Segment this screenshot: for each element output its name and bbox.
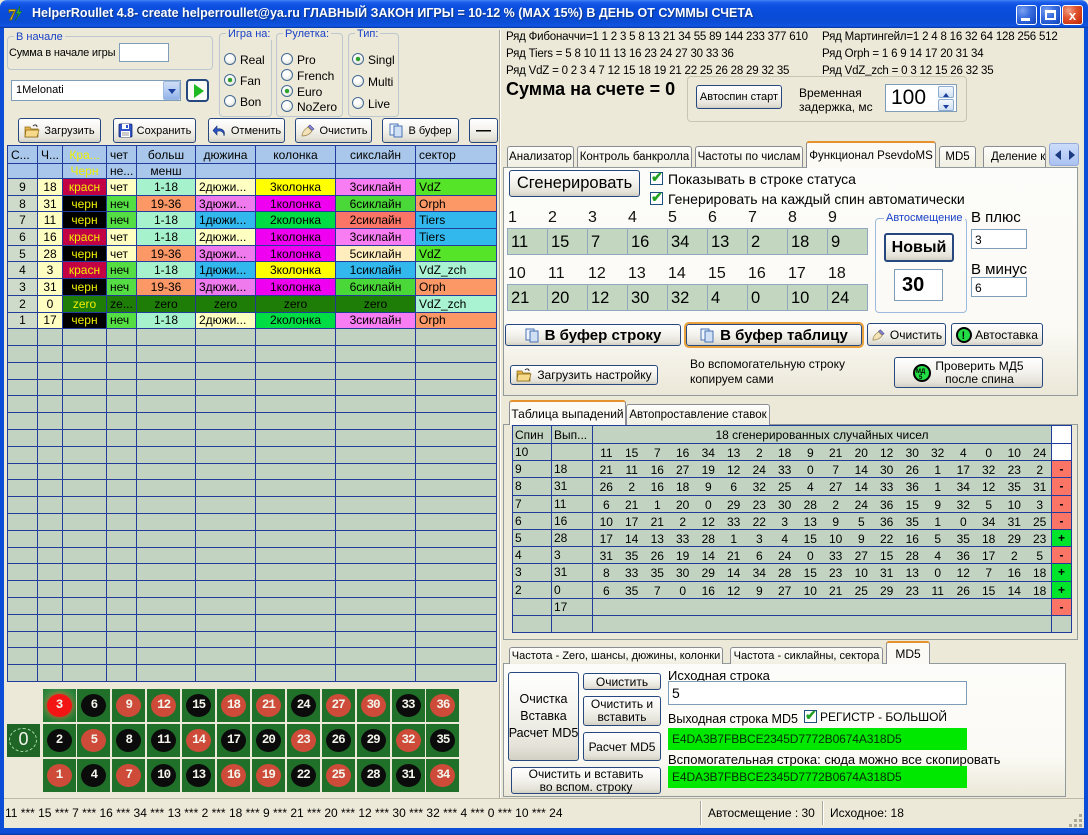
svg-text:7: 7	[8, 7, 16, 24]
svg-text:!: !	[962, 330, 966, 342]
